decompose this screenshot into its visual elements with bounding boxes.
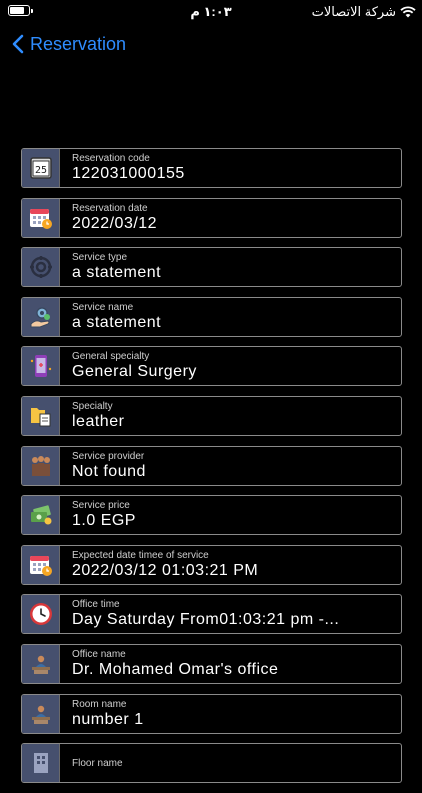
field-label: Expected date timee of service	[72, 549, 209, 561]
status-bar: ١:٠٣ م شركة الاتصالات	[0, 0, 422, 24]
office-desk-icon	[22, 644, 60, 683]
money-icon	[22, 496, 60, 535]
field-label: Office name	[72, 648, 126, 660]
office-desk-icon	[22, 694, 60, 733]
reservation-details-list: 25 Reservation code 122031000155 Reserva…	[21, 148, 402, 793]
field-value: a statement	[72, 264, 162, 282]
field-general-specialty: General specialty General Surgery	[21, 346, 402, 387]
field-value: 2022/03/12	[72, 214, 158, 232]
people-group-icon	[22, 446, 60, 485]
field-label: General specialty	[72, 351, 150, 363]
field-reservation-date: Reservation date 2022/03/12	[21, 197, 402, 238]
field-value: General Surgery	[72, 363, 197, 381]
carrier-area: شركة الاتصالات	[312, 4, 416, 20]
field-reservation-code: 25 Reservation code 122031000155	[21, 148, 402, 188]
field-label: Floor name	[72, 757, 123, 769]
field-service-provider: Service provider Not found	[21, 445, 402, 486]
field-room-name: Room name number 1	[21, 693, 402, 734]
wifi-icon	[400, 6, 416, 18]
field-value: 122031000155	[72, 165, 185, 182]
field-label: Service name	[72, 301, 134, 313]
back-button-label: Reservation	[30, 33, 127, 54]
field-value: a statement	[72, 313, 162, 331]
field-office-time: Office time Day Saturday From01:03:21 pm…	[21, 594, 402, 635]
field-value: leather	[72, 412, 125, 430]
field-value: Dr. Mohamed Omar's office	[72, 660, 279, 678]
carrier-name: شركة الاتصالات	[311, 4, 396, 19]
calendar-clock-icon	[22, 198, 60, 237]
field-service-name: Service name a statement	[21, 296, 402, 337]
chevron-left-icon	[12, 34, 24, 54]
field-label: Reservation code	[72, 153, 150, 164]
field-value: 1.0 EGP	[72, 512, 136, 530]
field-label: Room name	[72, 698, 127, 710]
field-label: Reservation date	[72, 202, 148, 214]
field-label: Service type	[72, 252, 128, 264]
field-value: 2022/03/12 01:03:21 PM	[72, 561, 259, 579]
svg-text:25: 25	[34, 165, 46, 176]
field-label: Service price	[72, 500, 130, 512]
back-button[interactable]: Reservation	[12, 30, 126, 58]
hand-gear-icon	[22, 297, 60, 336]
calendar-clock-icon	[22, 545, 60, 584]
field-value: number 1	[72, 710, 144, 728]
phone-medical-icon	[22, 347, 60, 386]
field-floor-name: Floor name	[21, 743, 402, 784]
folder-document-icon	[22, 396, 60, 435]
service-gear-icon	[22, 248, 60, 287]
field-label: Service provider	[72, 450, 145, 462]
field-label: Office time	[72, 599, 120, 611]
calendar-25-icon: 25	[22, 149, 60, 187]
navigation-bar: Reservation	[0, 30, 422, 60]
field-value: Day Saturday From01:03:21 pm -...	[72, 611, 340, 629]
field-label: Specialty	[72, 400, 113, 412]
field-expected-date-time: Expected date timee of service 2022/03/1…	[21, 544, 402, 585]
field-service-type: Service type a statement	[21, 247, 402, 288]
field-value: Not found	[72, 462, 146, 480]
clock-icon	[22, 595, 60, 634]
field-specialty: Specialty leather	[21, 395, 402, 436]
field-office-name: Office name Dr. Mohamed Omar's office	[21, 643, 402, 684]
field-service-price: Service price 1.0 EGP	[21, 495, 402, 536]
